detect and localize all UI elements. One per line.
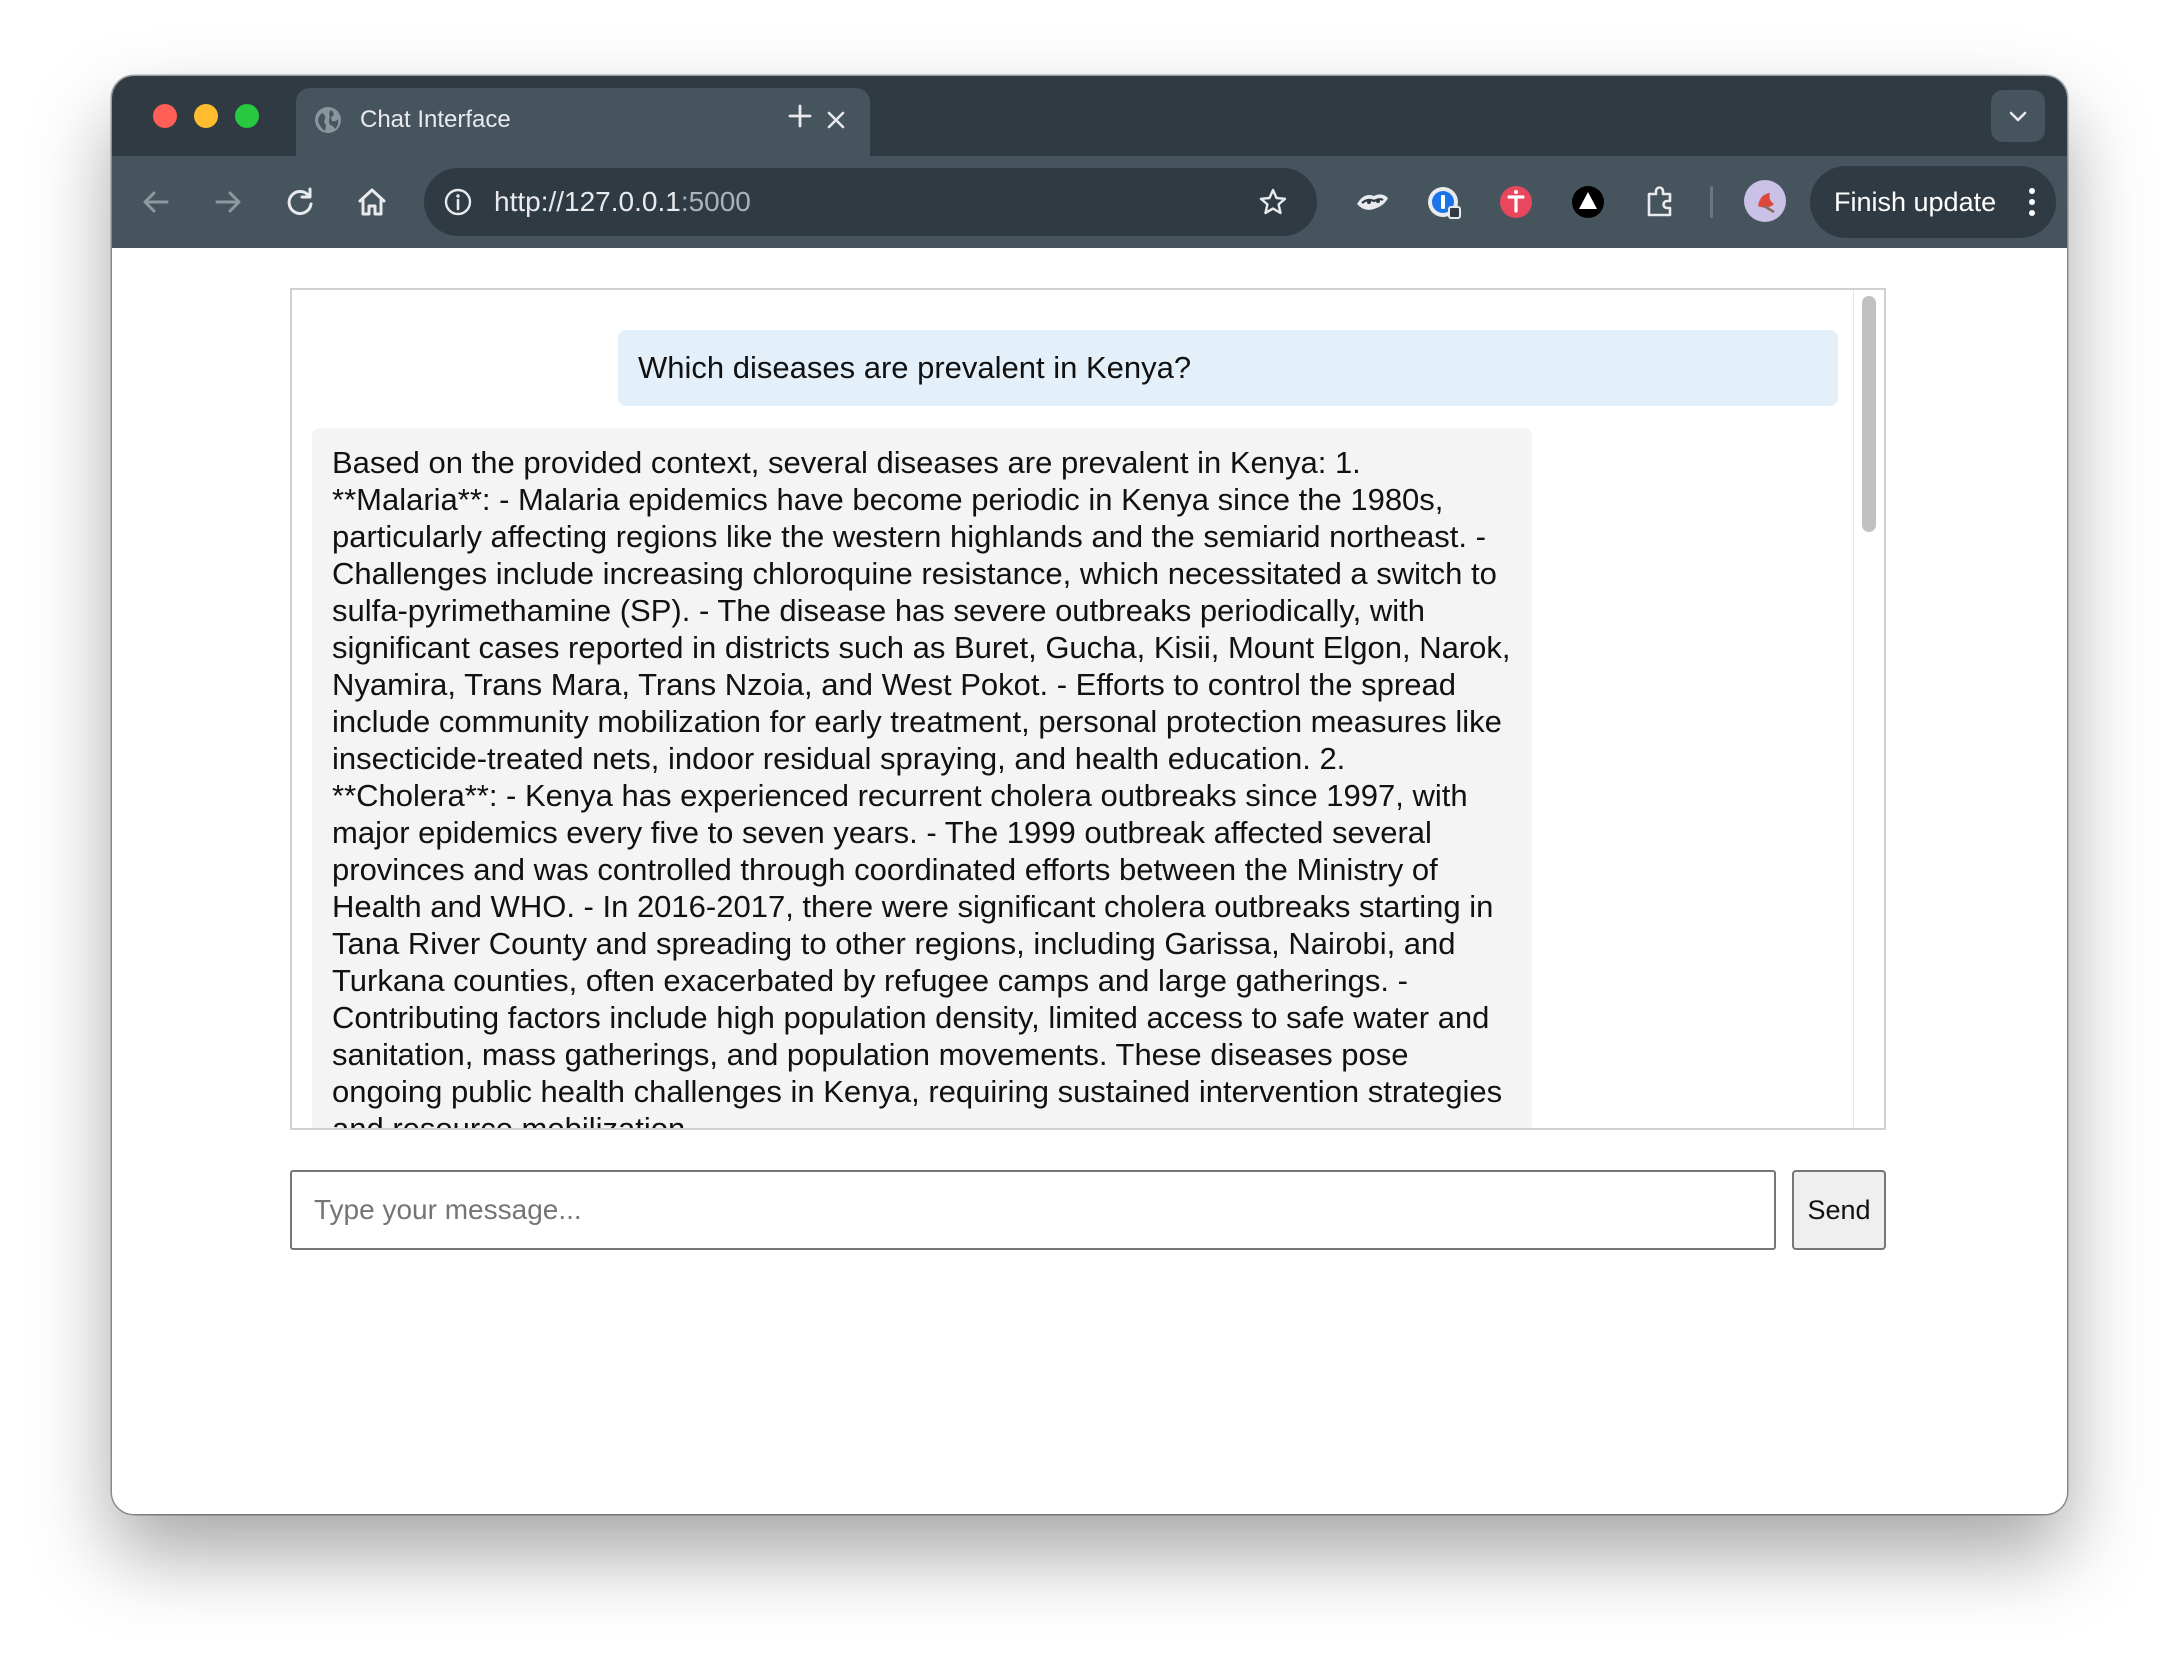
chat-scrollbar[interactable] bbox=[1853, 290, 1884, 1128]
finish-update-label: Finish update bbox=[1834, 187, 1997, 217]
scrollbar-thumb[interactable] bbox=[1862, 296, 1876, 532]
toolbar-divider bbox=[1710, 186, 1713, 218]
close-icon[interactable] bbox=[818, 102, 854, 138]
globe-icon bbox=[313, 105, 343, 135]
chat-history[interactable]: Which diseases are prevalent in Kenya? B… bbox=[290, 288, 1886, 1130]
browser-window: Chat Interface http://127.0.0.1:5000 Fin… bbox=[112, 76, 2067, 1514]
close-window-button[interactable] bbox=[153, 104, 177, 128]
page-content: Which diseases are prevalent in Kenya? B… bbox=[112, 248, 2067, 1514]
home-icon[interactable] bbox=[352, 182, 392, 222]
kebab-menu-icon bbox=[2026, 186, 2038, 218]
address-bar[interactable]: http://127.0.0.1:5000 bbox=[424, 168, 1317, 236]
plus-icon[interactable] bbox=[782, 98, 818, 134]
user-message: Which diseases are prevalent in Kenya? bbox=[618, 330, 1838, 406]
extension-red-icon[interactable] bbox=[1496, 182, 1536, 222]
forward-arrow-icon[interactable] bbox=[208, 182, 248, 222]
finish-update-button[interactable]: Finish update bbox=[1810, 166, 2056, 238]
maximize-window-button[interactable] bbox=[235, 104, 259, 128]
profile-avatar[interactable] bbox=[1744, 180, 1786, 222]
bot-message: Based on the provided context, several d… bbox=[312, 428, 1532, 1128]
extension-fox-icon[interactable] bbox=[1352, 182, 1392, 222]
url-text[interactable]: http://127.0.0.1:5000 bbox=[494, 168, 751, 236]
tab-search-button[interactable] bbox=[1991, 90, 2045, 142]
tab-title: Chat Interface bbox=[360, 106, 511, 133]
message-composer: Send bbox=[290, 1170, 1886, 1250]
send-button[interactable]: Send bbox=[1792, 1170, 1886, 1250]
info-icon[interactable] bbox=[442, 186, 474, 218]
browser-toolbar: http://127.0.0.1:5000 Finish update bbox=[112, 156, 2067, 248]
back-arrow-icon[interactable] bbox=[136, 182, 176, 222]
star-icon[interactable] bbox=[1257, 186, 1289, 218]
reload-icon[interactable] bbox=[280, 182, 320, 222]
extension-triangle-icon[interactable] bbox=[1568, 182, 1608, 222]
tab-bar: Chat Interface bbox=[112, 76, 2067, 156]
extension-puzzle-icon[interactable] bbox=[1640, 182, 1680, 222]
extension-password-icon[interactable] bbox=[1424, 182, 1464, 222]
minimize-window-button[interactable] bbox=[194, 104, 218, 128]
message-input[interactable] bbox=[290, 1170, 1776, 1250]
